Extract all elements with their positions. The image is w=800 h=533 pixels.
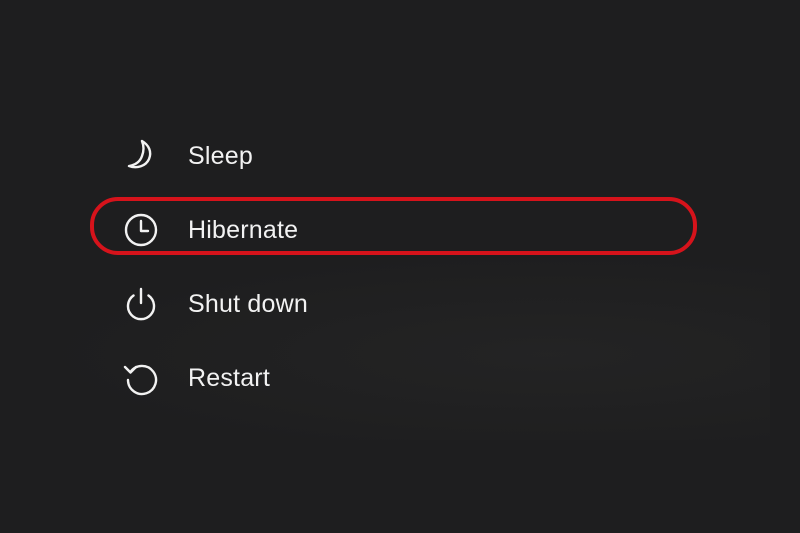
clock-icon bbox=[118, 207, 164, 253]
sleep-label: Sleep bbox=[188, 141, 253, 170]
restart-option[interactable]: Restart bbox=[118, 353, 678, 403]
power-icon bbox=[118, 281, 164, 327]
power-options-menu: Sleep Hibernate Shut down Restart bbox=[0, 0, 800, 533]
shut-down-label: Shut down bbox=[188, 289, 308, 318]
restart-icon bbox=[118, 355, 164, 401]
sleep-option[interactable]: Sleep bbox=[118, 131, 678, 181]
moon-icon bbox=[118, 133, 164, 179]
restart-label: Restart bbox=[188, 363, 270, 392]
shut-down-option[interactable]: Shut down bbox=[118, 279, 678, 329]
hibernate-label: Hibernate bbox=[188, 215, 299, 244]
hibernate-option[interactable]: Hibernate bbox=[118, 205, 678, 255]
